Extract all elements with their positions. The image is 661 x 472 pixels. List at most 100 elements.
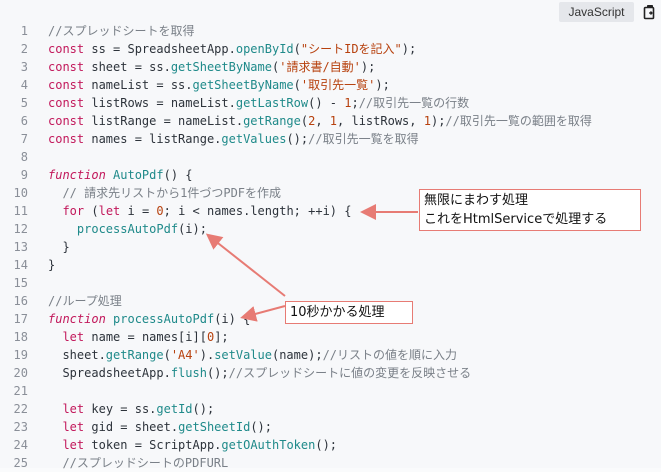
code-line: 13 } <box>0 238 661 256</box>
code-line: 5 const listRows = nameList.getLastRow() … <box>0 94 661 112</box>
line-number: 3 <box>20 60 28 74</box>
line-number: 12 <box>13 222 28 236</box>
code-token: let <box>62 402 85 416</box>
code-token: //取引先一覧の行数 <box>358 96 470 110</box>
code-token: '請求書/自動' <box>279 60 361 74</box>
code-token: 1 <box>423 114 431 128</box>
code-line: 23 let gid = sheet.getSheetId(); <box>0 418 661 436</box>
code-line: 6 const listRange = nameList.getRange(2, … <box>0 112 661 130</box>
code-token: getOAuthToken <box>221 438 316 452</box>
code-token: SpreadsheetApp. <box>48 366 171 380</box>
code-token: , listRows, <box>337 114 424 128</box>
line-number: 5 <box>20 96 28 110</box>
code-token: i = <box>120 204 157 218</box>
code-token: ; <box>351 96 359 110</box>
code-token: ( <box>293 78 301 92</box>
code-token: listRows = nameList. <box>84 96 236 110</box>
code-text: } <box>48 238 69 256</box>
code-token: const <box>48 96 85 110</box>
code-line: 3 const sheet = ss.getSheetByName('請求書/自動… <box>0 58 661 76</box>
code-line: 9 function AutoPdf() { <box>0 166 661 184</box>
code-text: const nameList = ss.getSheetByName('取引先一… <box>48 76 390 94</box>
code-token: ); <box>375 78 390 92</box>
code-token: ); <box>430 114 446 128</box>
code-toolbar: JavaScript <box>0 0 661 22</box>
code-token: ss = SpreadsheetApp. <box>84 42 236 56</box>
code-token: const <box>48 132 85 146</box>
code-text: const listRange = nameList.getRange(2, 1… <box>48 112 592 130</box>
code-text: //スプレッドシートのPDFURL <box>48 454 228 472</box>
code-token: let <box>62 438 85 452</box>
code-line: 19 sheet.getRange('A4').setValue(name);/… <box>0 346 661 364</box>
code-token: sheet = ss. <box>84 60 171 74</box>
code-token: ; i < names.length; ++i) { <box>163 204 352 218</box>
code-line: 21 <box>0 382 661 400</box>
code-line: 22 let key = ss.getId(); <box>0 400 661 418</box>
code-text: let key = ss.getId(); <box>48 400 214 418</box>
code-token: const <box>48 60 85 74</box>
code-text: const ss = SpreadsheetApp.openById("シートI… <box>48 40 416 58</box>
code-line: 24 let token = ScriptApp.getOAuthToken()… <box>0 436 661 454</box>
code-line: 15 <box>0 274 661 292</box>
code-token: //スプレッドシートに値の変更を反映させる <box>228 366 472 380</box>
code-token: listRange = nameList. <box>84 114 244 128</box>
line-number: 17 <box>13 312 28 326</box>
code-token: () - <box>308 96 345 110</box>
code-token: getSheetByName <box>170 60 272 74</box>
code-token: getLastRow <box>235 96 309 110</box>
line-number: 11 <box>13 204 28 218</box>
line-number: 1 <box>20 24 28 38</box>
code-text: const names = listRange.getValues();//取引… <box>48 130 419 148</box>
code-token: //ループ処理 <box>48 294 122 308</box>
code-token: ). <box>199 348 215 362</box>
code-token: AutoPdf <box>113 168 164 182</box>
code-token: (name); <box>271 348 323 362</box>
code-text: sheet.getRange('A4').setValue(name);//リス… <box>48 346 457 364</box>
code-line: 4 const nameList = ss.getSheetByName('取引先… <box>0 76 661 94</box>
code-token: ( <box>163 348 171 362</box>
code-token: } <box>48 258 56 272</box>
code-token: (); <box>315 438 338 452</box>
code-text: //スプレッドシートを取得 <box>48 22 194 40</box>
code-token: getValues <box>221 132 287 146</box>
code-text: function AutoPdf() { <box>48 166 193 184</box>
code-line: 1 //スプレッドシートを取得 <box>0 22 661 40</box>
callout-ten-seconds: 10秒かかる処理 <box>285 301 413 324</box>
code-text: let gid = sheet.getSheetId(); <box>48 418 272 436</box>
code-text: const sheet = ss.getSheetByName('請求書/自動'… <box>48 58 375 76</box>
code-token: openById <box>235 42 294 56</box>
code-lines: 1 //スプレッドシートを取得 2 const ss = SpreadsheetApp… <box>0 22 661 472</box>
code-token: (); <box>286 132 309 146</box>
code-token: let <box>62 420 85 434</box>
code-token: (); <box>250 420 272 434</box>
code-line: 8 <box>0 148 661 166</box>
code-line: 20 SpreadsheetApp.flush();//スプレッドシートに値の変… <box>0 364 661 382</box>
line-number: 22 <box>13 402 28 416</box>
code-token: () { <box>163 168 193 182</box>
code-token: let <box>98 204 121 218</box>
code-token: , <box>315 114 330 128</box>
copy-icon[interactable] <box>643 4 657 20</box>
line-number: 18 <box>13 330 28 344</box>
code-line: 18 let name = names[i][0]; <box>0 328 661 346</box>
code-line: 7 const names = listRange.getValues();//取… <box>0 130 661 148</box>
code-token: 1 <box>329 114 338 128</box>
code-token: 'A4' <box>170 348 200 362</box>
code-token: getRange <box>243 114 301 128</box>
code-token: (); <box>206 366 229 380</box>
code-token: gid = sheet. <box>84 420 179 434</box>
code-token: getSheetId <box>178 420 251 434</box>
line-number: 15 <box>13 276 28 290</box>
line-number: 6 <box>20 114 28 128</box>
code-text: SpreadsheetApp.flush();//スプレッドシートに値の変更を反… <box>48 364 471 382</box>
code-token: //取引先一覧を取得 <box>308 132 419 146</box>
line-number: 23 <box>13 420 28 434</box>
code-line: 2 const ss = SpreadsheetApp.openById("シート… <box>0 40 661 58</box>
